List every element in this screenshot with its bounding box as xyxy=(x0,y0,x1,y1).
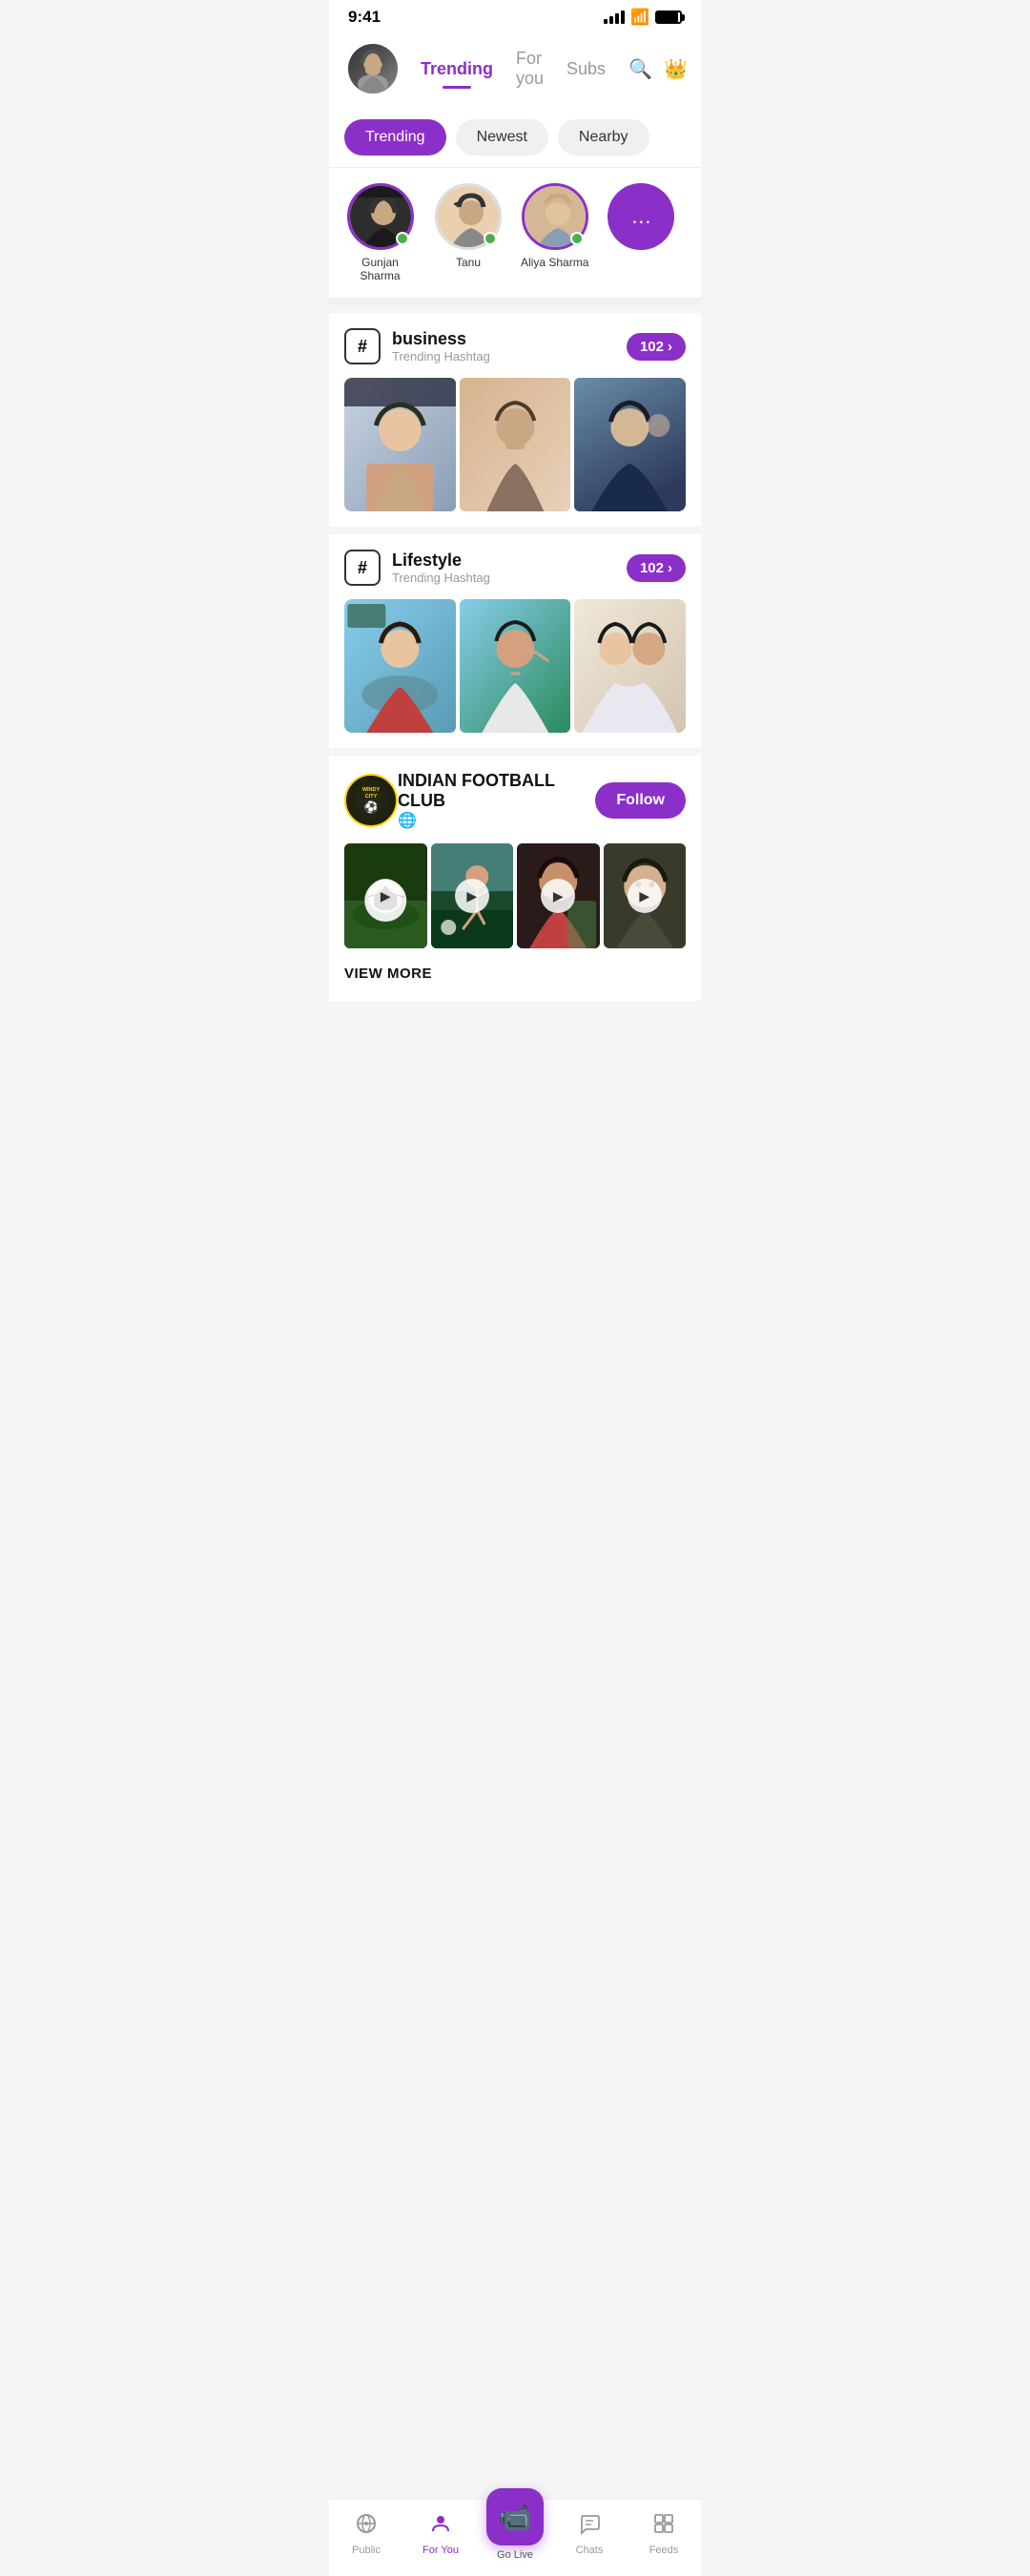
hashtag-images-lifestyle xyxy=(344,599,686,733)
go-live-icon: 📹 xyxy=(499,2502,532,2533)
online-dot-tanu xyxy=(484,232,497,245)
nav-for-you-label: For You xyxy=(422,2545,459,2556)
nav-for-you[interactable]: For You xyxy=(403,2512,478,2556)
lifestyle-image-2[interactable] xyxy=(460,599,571,733)
status-bar: 9:41 📶 xyxy=(329,0,701,34)
play-icon-3[interactable]: ▶ xyxy=(541,879,575,913)
play-icon-4[interactable]: ▶ xyxy=(628,879,662,913)
nav-chats-label: Chats xyxy=(576,2545,604,2556)
wifi-icon: 📶 xyxy=(630,8,649,27)
arrow-right-icon-lifestyle: › xyxy=(668,560,672,576)
club-video-3[interactable]: ▶ xyxy=(517,843,600,948)
header-icons: 🔍 👑 xyxy=(628,57,688,81)
nav-go-live[interactable]: 📹 Go Live xyxy=(478,2507,552,2561)
filter-bar: Trending Newest Nearby xyxy=(329,108,701,168)
lifestyle-image-1[interactable] xyxy=(344,599,456,733)
lifestyle-image-3[interactable] xyxy=(574,599,686,733)
view-more-label[interactable]: VIEW MORE xyxy=(344,962,686,986)
status-icons: 📶 xyxy=(604,8,682,27)
club-info: INDIAN FOOTBALL CLUB 🌐 xyxy=(398,771,595,830)
header: Trending For you Subs 🔍 👑 xyxy=(329,34,701,108)
crown-icon[interactable]: 👑 xyxy=(664,57,688,81)
nav-feeds[interactable]: Feeds xyxy=(627,2512,701,2556)
bottom-nav: Public For You 📹 Go Live Chats xyxy=(329,2499,701,2576)
nav-go-live-label: Go Live xyxy=(497,2549,533,2561)
story-tanu[interactable]: Tanu xyxy=(435,183,502,269)
story-name-tanu: Tanu xyxy=(456,256,481,269)
tab-subs[interactable]: Subs xyxy=(555,55,617,83)
hashtag-symbol-business: # xyxy=(344,328,381,364)
tab-for-you[interactable]: For you xyxy=(505,45,555,93)
follow-button[interactable]: Follow xyxy=(595,782,686,819)
story-avatar-aliya[interactable] xyxy=(522,183,588,250)
club-video-1[interactable]: ▶ xyxy=(344,843,427,948)
club-videos: ▶ ▶ xyxy=(344,843,686,948)
hashtag-symbol-lifestyle: # xyxy=(344,550,381,586)
public-icon xyxy=(355,2512,378,2541)
pill-nearby[interactable]: Nearby xyxy=(558,119,649,156)
club-card: WINDYcity ⚽ INDIAN FOOTBALL CLUB 🌐 Follo… xyxy=(329,756,701,1001)
hashtag-card-lifestyle: # Lifestyle Trending Hashtag 102 › xyxy=(329,534,701,748)
club-logo: WINDYcity ⚽ xyxy=(344,774,398,827)
hashtag-card-business: # business Trending Hashtag 102 › xyxy=(329,313,701,527)
club-header: WINDYcity ⚽ INDIAN FOOTBALL CLUB 🌐 Follo… xyxy=(344,771,686,830)
hashtag-title-lifestyle: Lifestyle xyxy=(392,551,627,571)
hashtag-subtitle-business: Trending Hashtag xyxy=(392,349,627,364)
story-gunjan[interactable]: Gunjan Sharma xyxy=(344,183,416,282)
for-you-icon xyxy=(429,2512,452,2541)
hashtag-image-3[interactable] xyxy=(574,378,686,511)
club-name: INDIAN FOOTBALL CLUB xyxy=(398,771,595,811)
nav-public[interactable]: Public xyxy=(329,2512,403,2556)
story-name-aliya: Aliya Sharma xyxy=(521,256,588,269)
club-video-2[interactable]: ▶ xyxy=(431,843,514,948)
search-icon[interactable]: 🔍 xyxy=(628,57,652,81)
play-icon-1[interactable]: ▶ xyxy=(368,879,402,913)
club-video-4[interactable]: ▶ xyxy=(604,843,687,948)
hashtag-image-2[interactable] xyxy=(460,378,571,511)
stories-row: Gunjan Sharma Tanu xyxy=(329,168,701,305)
story-avatar-tanu[interactable] xyxy=(435,183,502,250)
arrow-right-icon: › xyxy=(668,339,672,355)
more-stories-item[interactable]: … xyxy=(608,183,674,250)
hashtag-count-business[interactable]: 102 › xyxy=(627,333,686,361)
online-dot-gunjan xyxy=(396,232,409,245)
tab-trending[interactable]: Trending xyxy=(409,55,505,83)
nav-tabs: Trending For you Subs xyxy=(409,45,617,93)
hashtag-title-business: business xyxy=(392,329,627,349)
more-stories-btn[interactable]: … xyxy=(608,183,674,250)
pill-trending[interactable]: Trending xyxy=(344,119,446,156)
hashtag-images-business xyxy=(344,378,686,511)
hashtag-count-lifestyle[interactable]: 102 › xyxy=(627,554,686,582)
play-icon-2[interactable]: ▶ xyxy=(455,879,489,913)
story-aliya[interactable]: Aliya Sharma xyxy=(521,183,588,269)
go-live-button[interactable]: 📹 xyxy=(486,2488,544,2545)
story-name-gunjan: Gunjan Sharma xyxy=(344,256,416,282)
chats-icon xyxy=(578,2512,601,2541)
nav-public-label: Public xyxy=(352,2545,381,2556)
feeds-icon xyxy=(652,2512,675,2541)
online-dot-aliya xyxy=(570,232,584,245)
status-time: 9:41 xyxy=(348,8,381,27)
nav-chats[interactable]: Chats xyxy=(552,2512,627,2556)
nav-feeds-label: Feeds xyxy=(649,2545,679,2556)
battery-icon xyxy=(655,10,682,24)
hashtag-subtitle-lifestyle: Trending Hashtag xyxy=(392,571,627,585)
story-avatar-gunjan[interactable] xyxy=(347,183,414,250)
globe-icon: 🌐 xyxy=(398,811,595,830)
hashtag-image-1[interactable] xyxy=(344,378,456,511)
avatar[interactable] xyxy=(348,44,398,93)
signal-icon xyxy=(604,10,625,24)
pill-newest[interactable]: Newest xyxy=(456,119,548,156)
